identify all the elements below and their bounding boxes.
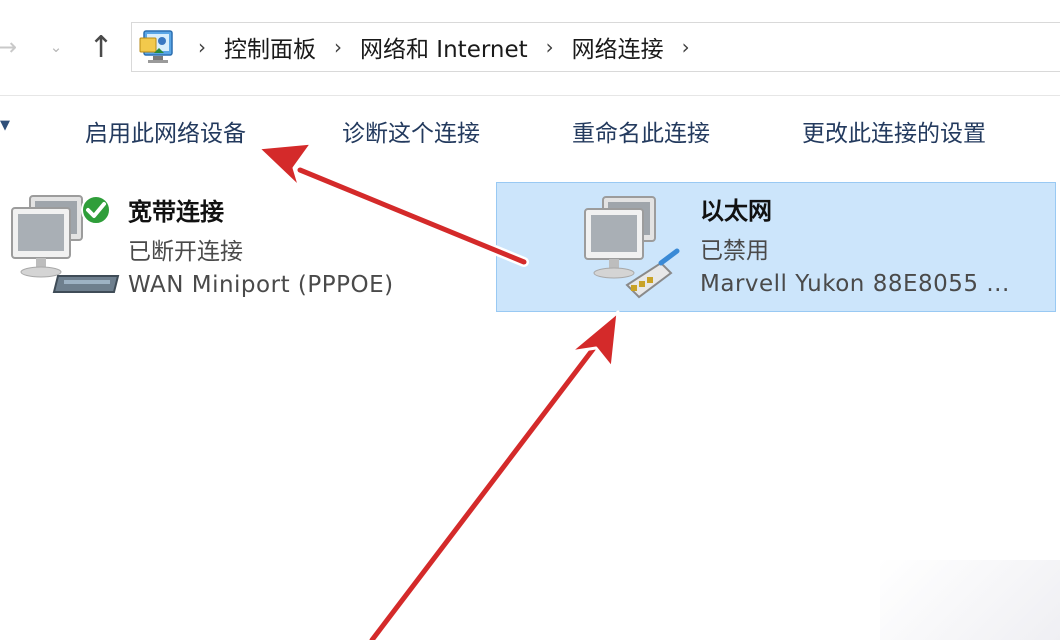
breadcrumb-separator[interactable]: › (188, 35, 216, 59)
annotation-arrow-to-ethernet (367, 310, 620, 640)
breadcrumb-separator[interactable]: › (536, 35, 564, 59)
breadcrumb-separator[interactable]: › (324, 35, 352, 59)
enable-device-button[interactable]: 启用此网络设备 (85, 114, 246, 148)
corner-shade (880, 560, 1060, 640)
arrow-left-icon[interactable]: → (0, 22, 20, 72)
diagnose-button[interactable]: 诊断这个连接 (342, 114, 480, 148)
chevron-icon[interactable]: ▼ (0, 118, 10, 133)
control-panel-icon (138, 28, 176, 66)
broadband-connection-icon (8, 190, 128, 302)
arrow-up-icon[interactable]: ↑ (84, 22, 118, 72)
breadcrumb-network-internet[interactable]: 网络和 Internet (352, 30, 536, 64)
connection-tile-broadband[interactable]: 宽带连接 已断开连接 WAN Miniport (PPPOE) (0, 180, 490, 312)
chevron-down-icon[interactable]: ⌄ (46, 22, 66, 72)
connection-name: 宽带连接 (128, 198, 224, 226)
navigation-bar: → ⌄ ↑ › 控制面板 › 网络和 Internet › 网络连接 › (0, 0, 1060, 96)
change-settings-button[interactable]: 更改此连接的设置 (802, 114, 986, 148)
rename-button[interactable]: 重命名此连接 (572, 114, 710, 148)
breadcrumb-separator[interactable]: › (672, 35, 700, 59)
connection-tile-ethernet[interactable]: 以太网 已禁用 Marvell Yukon 88E8055 ... (496, 182, 1056, 312)
connection-name: 以太网 (700, 197, 772, 225)
address-bar[interactable]: › 控制面板 › 网络和 Internet › 网络连接 › (131, 22, 1060, 72)
connection-status: 已禁用 (700, 238, 769, 264)
connection-device: WAN Miniport (PPPOE) (128, 272, 394, 298)
connection-device: Marvell Yukon 88E8055 ... (700, 271, 1010, 297)
command-toolbar: ▼ 启用此网络设备 诊断这个连接 重命名此连接 更改此连接的设置 (0, 96, 1060, 166)
breadcrumb-control-panel[interactable]: 控制面板 (216, 30, 324, 64)
connection-status: 已断开连接 (128, 239, 243, 265)
breadcrumb-network-connections[interactable]: 网络连接 (564, 30, 672, 64)
ethernet-disabled-icon (581, 193, 691, 303)
